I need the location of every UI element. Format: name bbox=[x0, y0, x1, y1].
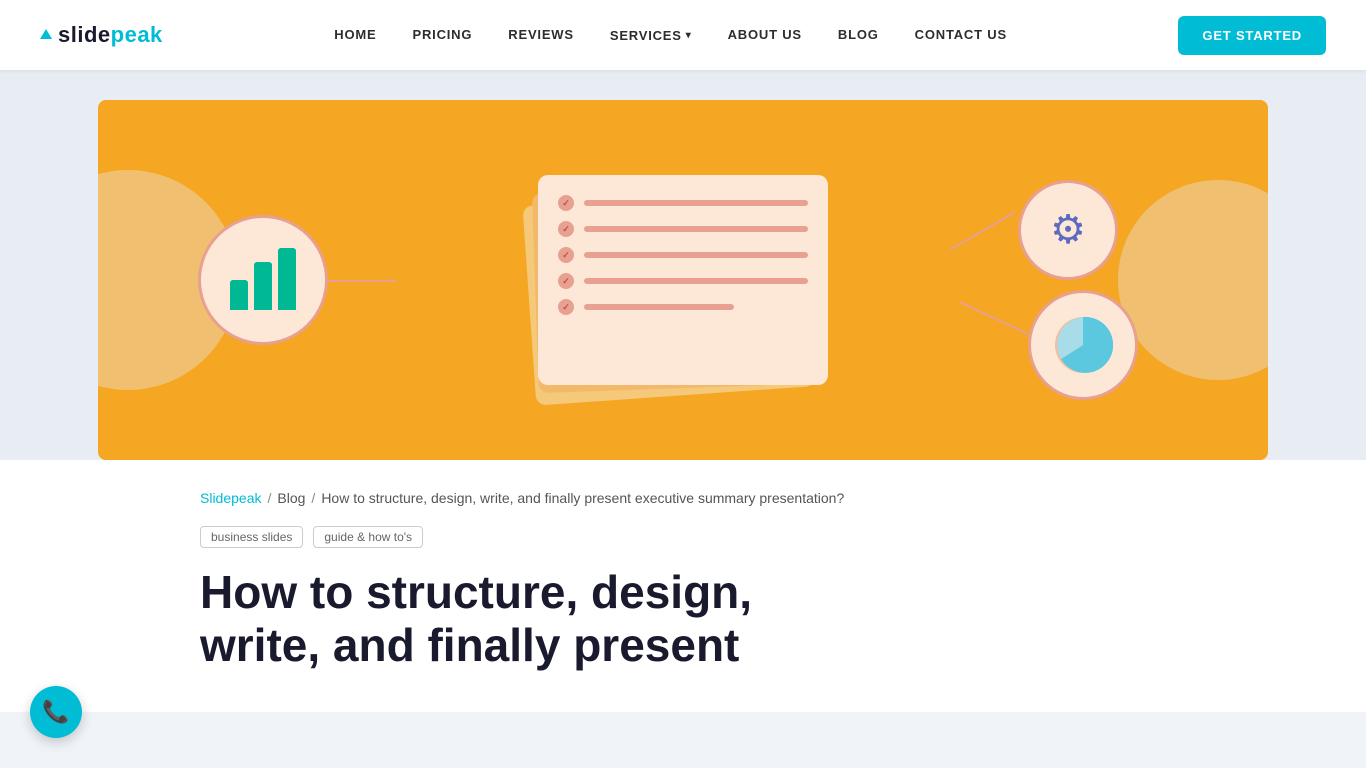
check-1: ✓ bbox=[558, 195, 574, 211]
gear-circle: ⚙ bbox=[1018, 180, 1118, 280]
nav-link-home[interactable]: HOME bbox=[334, 27, 376, 42]
nav-link-services[interactable]: SERVICES ▾ bbox=[610, 28, 692, 43]
nav-item-home[interactable]: HOME bbox=[334, 26, 376, 44]
breadcrumb-sep-1: / bbox=[268, 490, 272, 506]
card-row-3: ✓ bbox=[558, 247, 808, 263]
content-area: Slidepeak / Blog / How to structure, des… bbox=[0, 460, 1366, 712]
conn-line-right-bottom bbox=[959, 301, 1032, 337]
check-3: ✓ bbox=[558, 247, 574, 263]
breadcrumb-sep-2: / bbox=[311, 490, 315, 506]
bar-chart bbox=[230, 250, 296, 310]
card-line-3 bbox=[584, 252, 808, 258]
check-5: ✓ bbox=[558, 299, 574, 315]
tags-container: business slides guide & how to's bbox=[200, 526, 1166, 548]
breadcrumb-blog: Blog bbox=[277, 490, 305, 506]
nav-item-blog[interactable]: BLOG bbox=[838, 26, 879, 44]
nav-link-blog[interactable]: BLOG bbox=[838, 27, 879, 42]
card-line-5 bbox=[584, 304, 734, 310]
logo-area: slidepeak bbox=[40, 22, 163, 48]
conn-line-left bbox=[326, 280, 396, 282]
nav-link-reviews[interactable]: REVIEWS bbox=[508, 27, 574, 42]
breadcrumb-current: How to structure, design, write, and fin… bbox=[321, 490, 844, 506]
deco-circle-right bbox=[1118, 180, 1268, 380]
tag-guide[interactable]: guide & how to's bbox=[313, 526, 423, 548]
logo-icon bbox=[40, 29, 52, 39]
navbar: slidepeak HOME PRICING REVIEWS SERVICES … bbox=[0, 0, 1366, 70]
card-row-4: ✓ bbox=[558, 273, 808, 289]
card-row-5: ✓ bbox=[558, 299, 808, 315]
bar-3 bbox=[278, 248, 296, 310]
bar-1 bbox=[230, 280, 248, 310]
nav-links: HOME PRICING REVIEWS SERVICES ▾ ABOUT US… bbox=[334, 26, 1007, 44]
check-4: ✓ bbox=[558, 273, 574, 289]
doc-stack: ✓ ✓ ✓ ✓ ✓ bbox=[538, 175, 828, 385]
card-main: ✓ ✓ ✓ ✓ ✓ bbox=[538, 175, 828, 385]
nav-link-pricing[interactable]: PRICING bbox=[413, 27, 473, 42]
nav-link-contact[interactable]: CONTACT US bbox=[915, 27, 1007, 42]
pie-chart-svg bbox=[1048, 310, 1118, 380]
phone-icon: 📞 bbox=[42, 699, 69, 725]
card-row-2: ✓ bbox=[558, 221, 808, 237]
nav-item-reviews[interactable]: REVIEWS bbox=[508, 26, 574, 44]
phone-fab-button[interactable]: 📞 bbox=[30, 686, 82, 738]
logo-text: slidepeak bbox=[58, 22, 163, 48]
card-line-4 bbox=[584, 278, 808, 284]
logo-link[interactable]: slidepeak bbox=[40, 22, 163, 48]
breadcrumb-home-link[interactable]: Slidepeak bbox=[200, 490, 262, 506]
nav-item-services[interactable]: SERVICES ▾ bbox=[610, 28, 692, 43]
card-line-2 bbox=[584, 226, 808, 232]
hero-area: ✓ ✓ ✓ ✓ ✓ bbox=[0, 70, 1366, 460]
chart-circle bbox=[198, 215, 328, 345]
pie-circle bbox=[1028, 290, 1138, 400]
card-line-1 bbox=[584, 200, 808, 206]
hero-illustration: ✓ ✓ ✓ ✓ ✓ bbox=[98, 100, 1268, 460]
card-row-1: ✓ bbox=[558, 195, 808, 211]
chevron-down-icon: ▾ bbox=[686, 30, 692, 41]
bar-2 bbox=[254, 262, 272, 310]
check-2: ✓ bbox=[558, 221, 574, 237]
article-title: How to structure, design, write, and fin… bbox=[200, 566, 900, 672]
gear-icon: ⚙ bbox=[1050, 207, 1086, 253]
breadcrumb: Slidepeak / Blog / How to structure, des… bbox=[200, 490, 1166, 506]
nav-item-pricing[interactable]: PRICING bbox=[413, 26, 473, 44]
tag-business-slides[interactable]: business slides bbox=[200, 526, 303, 548]
conn-line-right-top bbox=[950, 211, 1016, 250]
nav-link-about[interactable]: ABOUT US bbox=[728, 27, 802, 42]
nav-item-contact[interactable]: CONTACT US bbox=[915, 26, 1007, 44]
nav-item-about[interactable]: ABOUT US bbox=[728, 26, 802, 44]
get-started-button[interactable]: GET STARTED bbox=[1178, 16, 1326, 55]
